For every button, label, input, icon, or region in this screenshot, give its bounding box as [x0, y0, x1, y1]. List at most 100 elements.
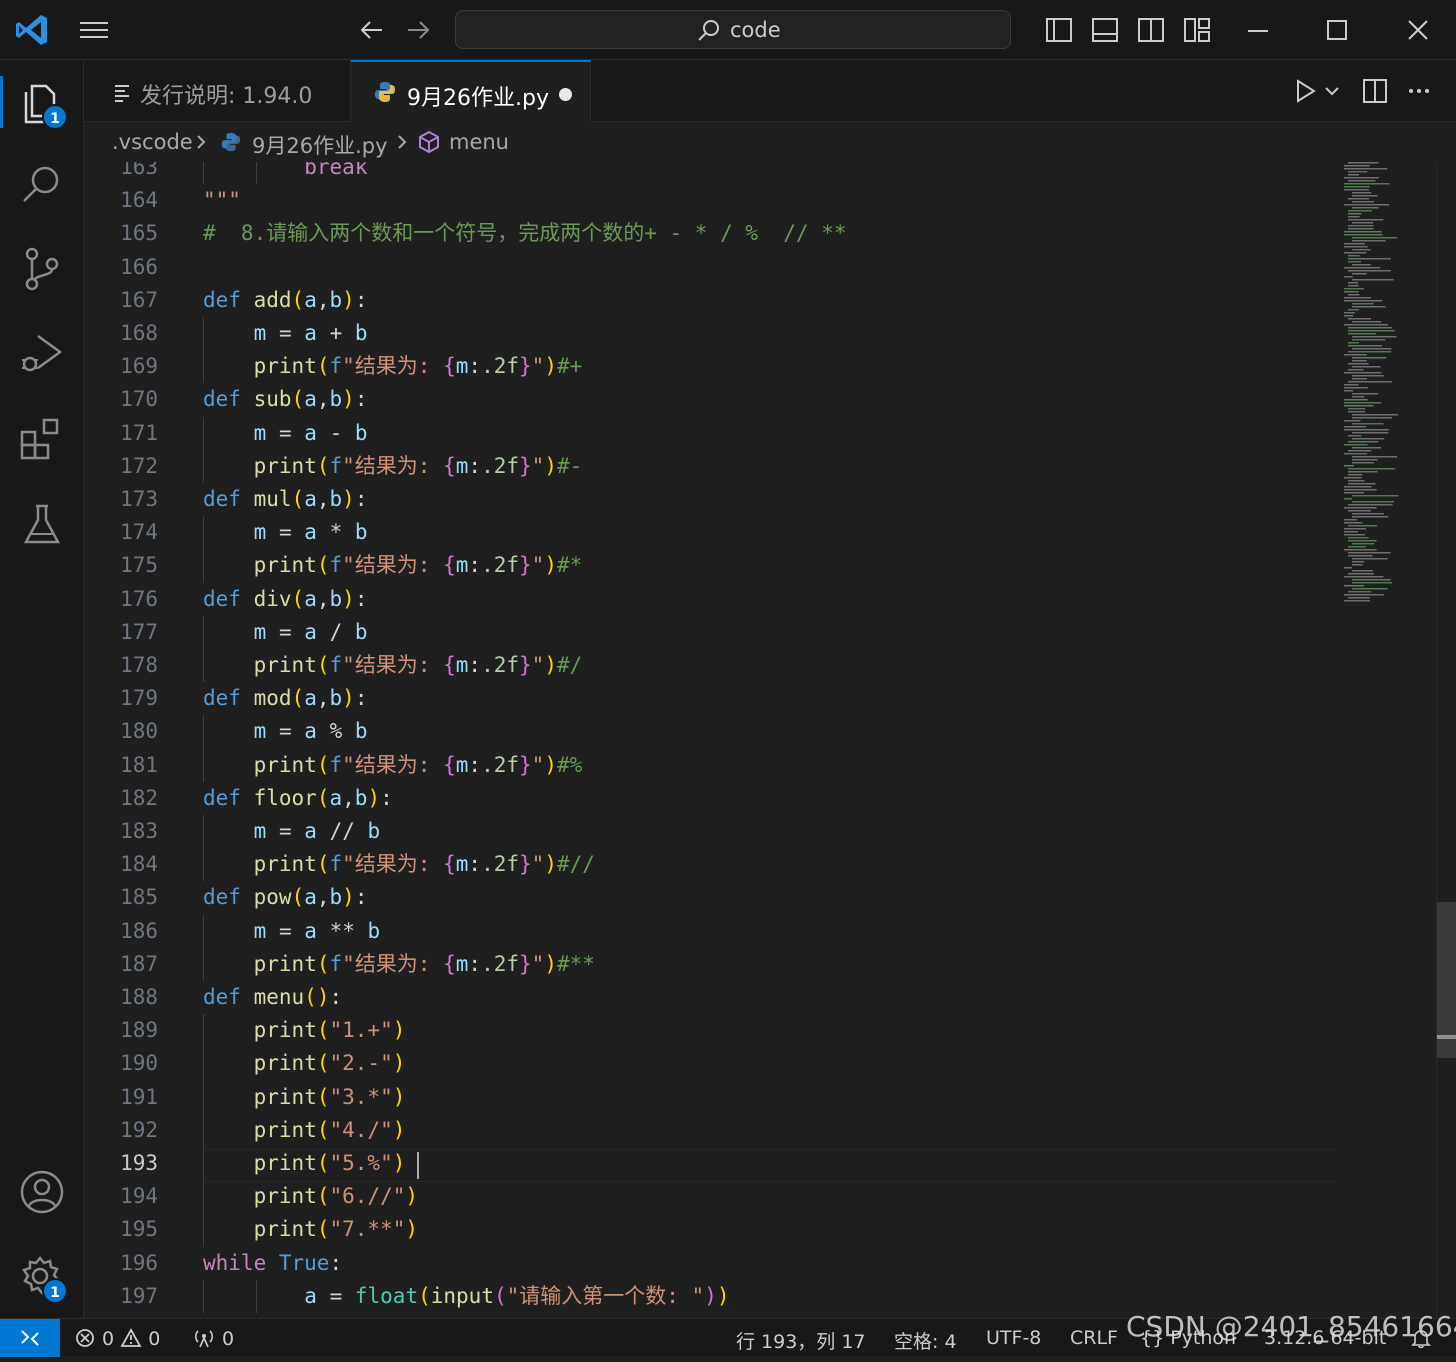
- minimap-line: [1344, 252, 1367, 254]
- code-line[interactable]: print(f"结果为: {m:.2f}")#**: [203, 948, 595, 981]
- code-line[interactable]: print(f"结果为: {m:.2f}")#+: [203, 350, 583, 383]
- minimap-line: [1348, 408, 1366, 410]
- indentation-status[interactable]: 空格: 4: [894, 1327, 957, 1354]
- code-line[interactable]: print("1.+"): [203, 1014, 406, 1047]
- line-number: 179: [120, 686, 158, 711]
- code-line[interactable]: # 8.请输入两个数和一个符号，完成两个数的+ - * / % // **: [203, 217, 847, 250]
- eol-status[interactable]: CRLF: [1070, 1327, 1118, 1349]
- code-line[interactable]: def mod(a,b):: [203, 682, 367, 715]
- code-line[interactable]: while True:: [203, 1247, 342, 1280]
- vertical-scrollbar[interactable]: [1436, 162, 1456, 1318]
- breadcrumb-file[interactable]: 9月26作业.py: [252, 130, 388, 160]
- split-editor-icon[interactable]: [1360, 76, 1390, 106]
- code-line[interactable]: print("2.-"): [203, 1047, 406, 1080]
- manage-settings-button[interactable]: 1: [16, 1250, 68, 1304]
- code-line[interactable]: print("5.%"): [203, 1147, 406, 1180]
- toggle-panel-icon[interactable]: [1089, 14, 1121, 46]
- search-view-button[interactable]: [16, 158, 68, 210]
- command-center-search[interactable]: code: [455, 10, 1011, 49]
- code-token: menu: [253, 985, 305, 1009]
- code-line[interactable]: def mul(a,b):: [203, 483, 367, 516]
- code-token: f: [329, 852, 343, 877]
- minimize-icon[interactable]: [1242, 14, 1274, 46]
- vscode-logo-icon[interactable]: [14, 12, 50, 48]
- code-token: print: [253, 1018, 317, 1043]
- minimap-line: [1352, 201, 1375, 203]
- code-line[interactable]: m = a + b: [203, 317, 368, 350]
- code-line[interactable]: m = a ** b: [203, 915, 381, 948]
- code-token: *: [342, 918, 355, 943]
- code-token: ): [544, 553, 557, 578]
- code-line[interactable]: m = a / b: [203, 616, 368, 649]
- code-line[interactable]: print("4./"): [203, 1114, 406, 1147]
- code-line[interactable]: break: [203, 162, 367, 184]
- more-actions-icon[interactable]: [1404, 76, 1434, 106]
- remote-indicator-button[interactable]: [0, 1319, 60, 1357]
- code-token: 结果为:: [354, 453, 444, 478]
- code-line[interactable]: m = a // b: [203, 815, 381, 848]
- testing-button[interactable]: [16, 498, 68, 550]
- explorer-button[interactable]: 1: [0, 76, 68, 130]
- toggle-secondary-sidebar-icon[interactable]: [1135, 14, 1167, 46]
- problems-status[interactable]: 0 0: [74, 1327, 160, 1350]
- code-line[interactable]: def menu():: [203, 981, 342, 1014]
- arrow-left-icon[interactable]: [358, 16, 386, 44]
- minimap-line: [1344, 429, 1389, 431]
- code-line[interactable]: print(f"结果为: {m:.2f}")#//: [203, 848, 595, 881]
- code-token: m: [455, 852, 469, 877]
- chevron-down-icon[interactable]: [1320, 76, 1344, 106]
- minimap-line: [1348, 468, 1396, 470]
- code-line[interactable]: def floor(a,b):: [203, 782, 393, 815]
- minimap-line: [1344, 420, 1361, 422]
- unsaved-dot-icon[interactable]: [559, 88, 572, 101]
- code-line[interactable]: print(f"结果为: {m:.2f}")#/: [203, 649, 583, 682]
- code-token: b: [354, 321, 368, 345]
- code-line[interactable]: print("7.**"): [203, 1213, 418, 1246]
- arrow-right-icon[interactable]: [404, 16, 432, 44]
- tab-release-notes[interactable]: 发行说明: 1.94.0: [84, 60, 351, 122]
- minimap-line: [1348, 342, 1360, 344]
- code-line[interactable]: def sub(a,b):: [203, 383, 367, 416]
- customize-layout-icon[interactable]: [1181, 14, 1213, 46]
- code-line[interactable]: print("6.//"): [203, 1180, 418, 1213]
- close-icon[interactable]: [1402, 14, 1434, 46]
- code-line[interactable]: m = a % b: [203, 715, 368, 748]
- breadcrumb-folder[interactable]: .vscode: [112, 130, 193, 154]
- code-token: ): [342, 686, 355, 711]
- code-line[interactable]: print(f"结果为: {m:.2f}")#*: [203, 549, 583, 582]
- tab-python-file[interactable]: 9月26作业.py: [351, 60, 591, 122]
- extensions-button[interactable]: [16, 412, 68, 464]
- code-line[interactable]: def pow(a,b):: [203, 881, 367, 914]
- code-line[interactable]: m = a * b: [203, 516, 368, 549]
- code-line[interactable]: print(f"结果为: {m:.2f}")#-: [203, 450, 583, 483]
- indent-guide: [203, 1147, 204, 1181]
- run-and-debug-button[interactable]: [16, 326, 68, 378]
- toggle-primary-sidebar-icon[interactable]: [1043, 14, 1075, 46]
- breadcrumb-symbol[interactable]: menu: [449, 130, 509, 154]
- code-line[interactable]: def add(a,b):: [203, 284, 367, 317]
- source-control-button[interactable]: [16, 242, 68, 294]
- encoding-status[interactable]: UTF-8: [986, 1327, 1041, 1349]
- code-line[interactable]: print(f"结果为: {m:.2f}")#%: [203, 749, 583, 782]
- code-line[interactable]: def div(a,b):: [203, 583, 367, 616]
- maximize-icon[interactable]: [1321, 14, 1353, 46]
- run-python-icon[interactable]: [1290, 76, 1320, 106]
- code-line[interactable]: m = a - b: [203, 417, 368, 450]
- minimap[interactable]: [1340, 162, 1436, 1318]
- code-line[interactable]: print("3.*"): [203, 1081, 406, 1114]
- code-line[interactable]: """: [203, 184, 241, 217]
- indent-guide: [203, 350, 204, 384]
- minimap-line: [1352, 456, 1397, 458]
- hamburger-menu-icon[interactable]: [78, 18, 112, 42]
- code-token: (: [316, 354, 330, 379]
- cursor-position[interactable]: 行 193，列 17: [736, 1327, 866, 1354]
- code-line[interactable]: a = float(input("请输入第一个数: ")): [203, 1280, 729, 1313]
- minimap-line: [1352, 195, 1378, 197]
- accounts-button[interactable]: [16, 1166, 68, 1218]
- code-token: f: [329, 752, 343, 777]
- ports-status[interactable]: 0: [192, 1327, 234, 1350]
- code-editor[interactable]: 163 break 164 """ 165 # 8.请输入两个数和一个符号，完成两个数的…: [84, 162, 1336, 1318]
